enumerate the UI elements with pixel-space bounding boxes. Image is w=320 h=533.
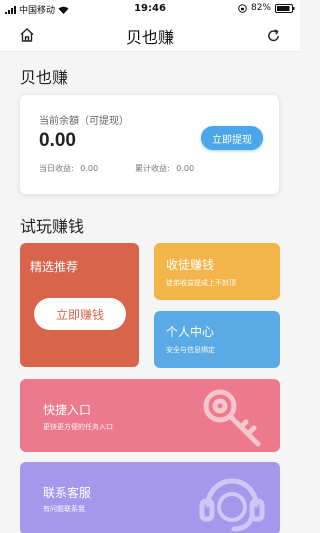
battery-percent: 82% <box>250 3 271 13</box>
recruit-title: 收徒赚钱 <box>166 258 215 272</box>
key-icon <box>203 389 261 447</box>
withdraw-button[interactable]: 立即提现 <box>201 126 263 150</box>
balance-card: 当前余額（可提现） 0.00 立即提现 当日收益: 0.00 累计收益: 0.0… <box>20 95 279 194</box>
total-earnings-label: 累计收益: <box>135 164 170 173</box>
profile-tile[interactable]: 个人中心 安全与信息绑定 <box>154 311 280 368</box>
status-right: 82% <box>238 3 295 13</box>
quick-entry-tile[interactable]: 快捷入口 更快更方便的任务入口 <box>20 379 280 452</box>
featured-title: 精选推荐 <box>30 260 79 274</box>
recruit-tile[interactable]: 收徒赚钱 徒弟收益提成上不封顶 <box>154 243 280 300</box>
featured-tile[interactable]: 精选推荐 立即赚钱 <box>20 243 139 367</box>
orientation-lock-icon <box>238 3 247 13</box>
profile-subtitle: 安全与信息绑定 <box>166 346 215 354</box>
balance-amount: 0.00 <box>39 130 76 151</box>
refresh-button[interactable] <box>262 24 284 46</box>
today-earnings-label: 当日收益: <box>39 164 74 173</box>
recruit-subtitle: 徒弟收益提成上不封顶 <box>166 279 236 287</box>
balance-label: 当前余額（可提现） <box>39 116 129 127</box>
quick-entry-subtitle: 更快更方便的任务入口 <box>43 423 113 431</box>
customer-service-title: 联系客服 <box>43 486 92 500</box>
headset-icon <box>199 478 265 532</box>
nav-bar: 贝也赚 <box>0 18 300 52</box>
today-earnings: 当日收益: 0.00 <box>39 163 98 174</box>
refresh-icon <box>267 28 279 41</box>
trial-section-title: 试玩赚钱 <box>20 217 85 236</box>
page-title: 贝也赚 <box>125 28 174 47</box>
today-earnings-value: 0.00 <box>80 164 99 173</box>
earn-now-button[interactable]: 立即赚钱 <box>34 298 126 330</box>
total-earnings: 累计收益: 0.00 <box>135 163 194 174</box>
battery-icon <box>275 3 295 13</box>
customer-service-subtitle: 有问题联系我 <box>43 505 85 513</box>
quick-entry-title: 快捷入口 <box>43 403 92 417</box>
customer-service-tile[interactable]: 联系客服 有问题联系我 <box>20 462 280 533</box>
account-section-title: 贝也赚 <box>20 68 69 87</box>
total-earnings-value: 0.00 <box>176 164 195 173</box>
status-bar: 中国移动 19:46 82% <box>0 0 300 18</box>
profile-title: 个人中心 <box>166 325 215 339</box>
